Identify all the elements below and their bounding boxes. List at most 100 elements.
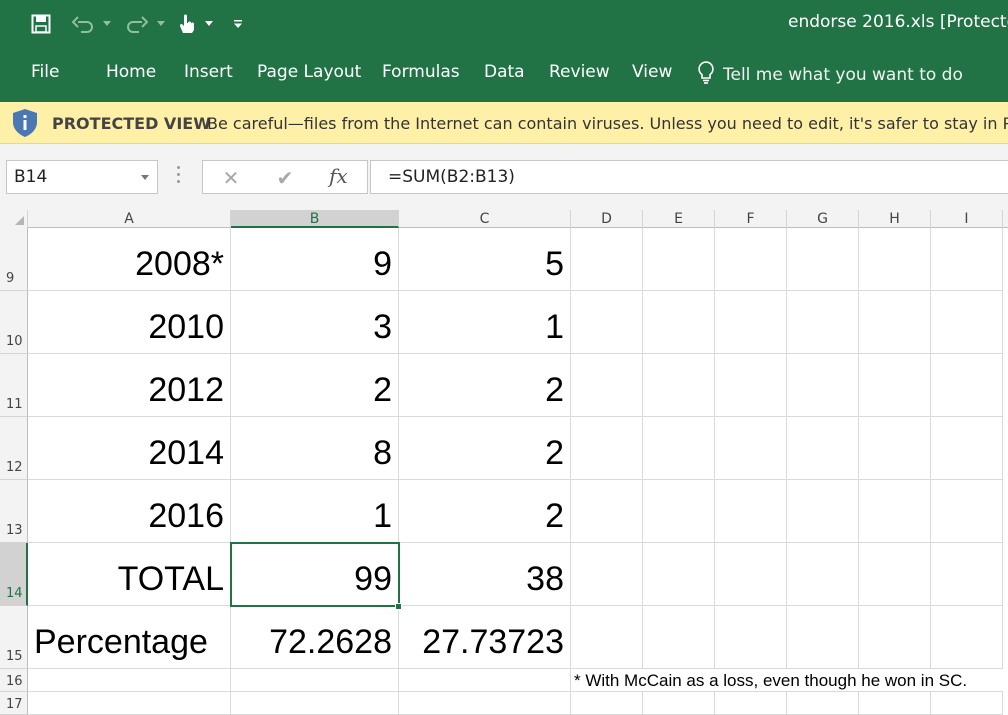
cell-c14[interactable]: 38 [399, 543, 571, 606]
column-header-h[interactable]: H [859, 210, 931, 228]
cell-d15[interactable] [571, 606, 643, 669]
column-header-g[interactable]: G [787, 210, 859, 228]
cell-d12[interactable] [571, 417, 643, 480]
cell-i13[interactable] [931, 480, 1003, 543]
cell-a14[interactable]: TOTAL [28, 543, 231, 606]
cell-b12[interactable]: 8 [231, 417, 399, 480]
row-header-15[interactable]: 15 [0, 606, 28, 669]
cell-c16[interactable] [399, 669, 571, 692]
name-box-dropdown-icon[interactable] [141, 175, 149, 180]
cell-e11[interactable] [643, 354, 715, 417]
cell-f12[interactable] [715, 417, 787, 480]
cell-h11[interactable] [859, 354, 931, 417]
cell-h10[interactable] [859, 291, 931, 354]
cell-d16-footnote[interactable]: * With McCain as a loss, even though he … [571, 669, 967, 692]
cell-d9[interactable] [571, 228, 643, 291]
cell-f17[interactable] [715, 692, 787, 715]
cell-b9[interactable]: 9 [231, 228, 399, 291]
cell-i11[interactable] [931, 354, 1003, 417]
tab-review[interactable]: Review [549, 62, 610, 82]
row-header-11[interactable]: 11 [0, 354, 28, 417]
cell-b10[interactable]: 3 [231, 291, 399, 354]
cell-a9[interactable]: 2008* [28, 228, 231, 291]
cell-d14[interactable] [571, 543, 643, 606]
cell-h17[interactable] [859, 692, 931, 715]
cell-f15[interactable] [715, 606, 787, 669]
cell-i12[interactable] [931, 417, 1003, 480]
row-header-10[interactable]: 10 [0, 291, 28, 354]
tab-home[interactable]: Home [106, 62, 156, 82]
row-header-14[interactable]: 14 [0, 543, 28, 606]
name-box[interactable]: B14 [6, 160, 158, 194]
tab-file[interactable]: File [31, 62, 59, 82]
cell-a12[interactable]: 2014 [28, 417, 231, 480]
cell-i9[interactable] [931, 228, 1003, 291]
cell-h13[interactable] [859, 480, 931, 543]
cell-b13[interactable]: 1 [231, 480, 399, 543]
touch-dropdown-icon[interactable] [204, 16, 214, 32]
cancel-icon[interactable]: ✕ [219, 166, 243, 190]
column-header-e[interactable]: E [643, 210, 715, 228]
cell-g11[interactable] [787, 354, 859, 417]
tab-view[interactable]: View [632, 62, 672, 82]
cell-g13[interactable] [787, 480, 859, 543]
select-all-corner[interactable] [0, 210, 28, 228]
undo-dropdown-icon[interactable] [102, 16, 112, 32]
cell-g9[interactable] [787, 228, 859, 291]
tab-data[interactable]: Data [484, 62, 525, 82]
cell-d10[interactable] [571, 291, 643, 354]
column-header-a[interactable]: A [28, 210, 231, 228]
cell-c9[interactable]: 5 [399, 228, 571, 291]
cell-b17[interactable] [231, 692, 399, 715]
column-header-c[interactable]: C [399, 210, 571, 228]
column-header-f[interactable]: F [715, 210, 787, 228]
cell-f10[interactable] [715, 291, 787, 354]
cell-c11[interactable]: 2 [399, 354, 571, 417]
cell-a16[interactable] [28, 669, 231, 692]
cell-h9[interactable] [859, 228, 931, 291]
tab-formulas[interactable]: Formulas [382, 62, 460, 82]
formula-input[interactable]: =SUM(B2:B13) [370, 160, 1008, 194]
enter-icon[interactable]: ✔ [273, 166, 297, 190]
row-header-13[interactable]: 13 [0, 480, 28, 543]
column-header-d[interactable]: D [571, 210, 643, 228]
cell-f9[interactable] [715, 228, 787, 291]
cell-b16[interactable] [231, 669, 399, 692]
customize-qat-icon[interactable] [233, 16, 243, 32]
cell-e10[interactable] [643, 291, 715, 354]
cell-c17[interactable] [399, 692, 571, 715]
row-header-16[interactable]: 16 [0, 669, 28, 692]
undo-icon[interactable] [70, 8, 98, 40]
cell-a15[interactable]: Percentage [28, 606, 231, 669]
cell-a10[interactable]: 2010 [28, 291, 231, 354]
column-header-i[interactable]: I [931, 210, 1003, 228]
cell-h15[interactable] [859, 606, 931, 669]
cell-c13[interactable]: 2 [399, 480, 571, 543]
cell-d17[interactable] [571, 692, 643, 715]
cell-b14[interactable]: 99 [231, 543, 399, 606]
tell-me-box[interactable]: Tell me what you want to do [697, 60, 963, 89]
tab-page-layout[interactable]: Page Layout [257, 62, 361, 82]
formula-bar-grip-icon[interactable] [177, 166, 181, 188]
cell-c15[interactable]: 27.73723 [399, 606, 571, 669]
cell-f11[interactable] [715, 354, 787, 417]
cell-a17[interactable] [28, 692, 231, 715]
cell-d11[interactable] [571, 354, 643, 417]
column-header-b[interactable]: B [231, 210, 399, 228]
row-header-9[interactable]: 9 [0, 228, 28, 291]
cell-i17[interactable] [931, 692, 1003, 715]
row-header-17[interactable]: 17 [0, 692, 28, 715]
cell-b11[interactable]: 2 [231, 354, 399, 417]
cell-g14[interactable] [787, 543, 859, 606]
redo-dropdown-icon[interactable] [156, 16, 166, 32]
cell-f13[interactable] [715, 480, 787, 543]
redo-icon[interactable] [122, 8, 150, 40]
tab-insert[interactable]: Insert [184, 62, 233, 82]
cell-e9[interactable] [643, 228, 715, 291]
cell-g15[interactable] [787, 606, 859, 669]
cell-c12[interactable]: 2 [399, 417, 571, 480]
cell-e13[interactable] [643, 480, 715, 543]
cell-e17[interactable] [643, 692, 715, 715]
cell-f14[interactable] [715, 543, 787, 606]
cell-h14[interactable] [859, 543, 931, 606]
